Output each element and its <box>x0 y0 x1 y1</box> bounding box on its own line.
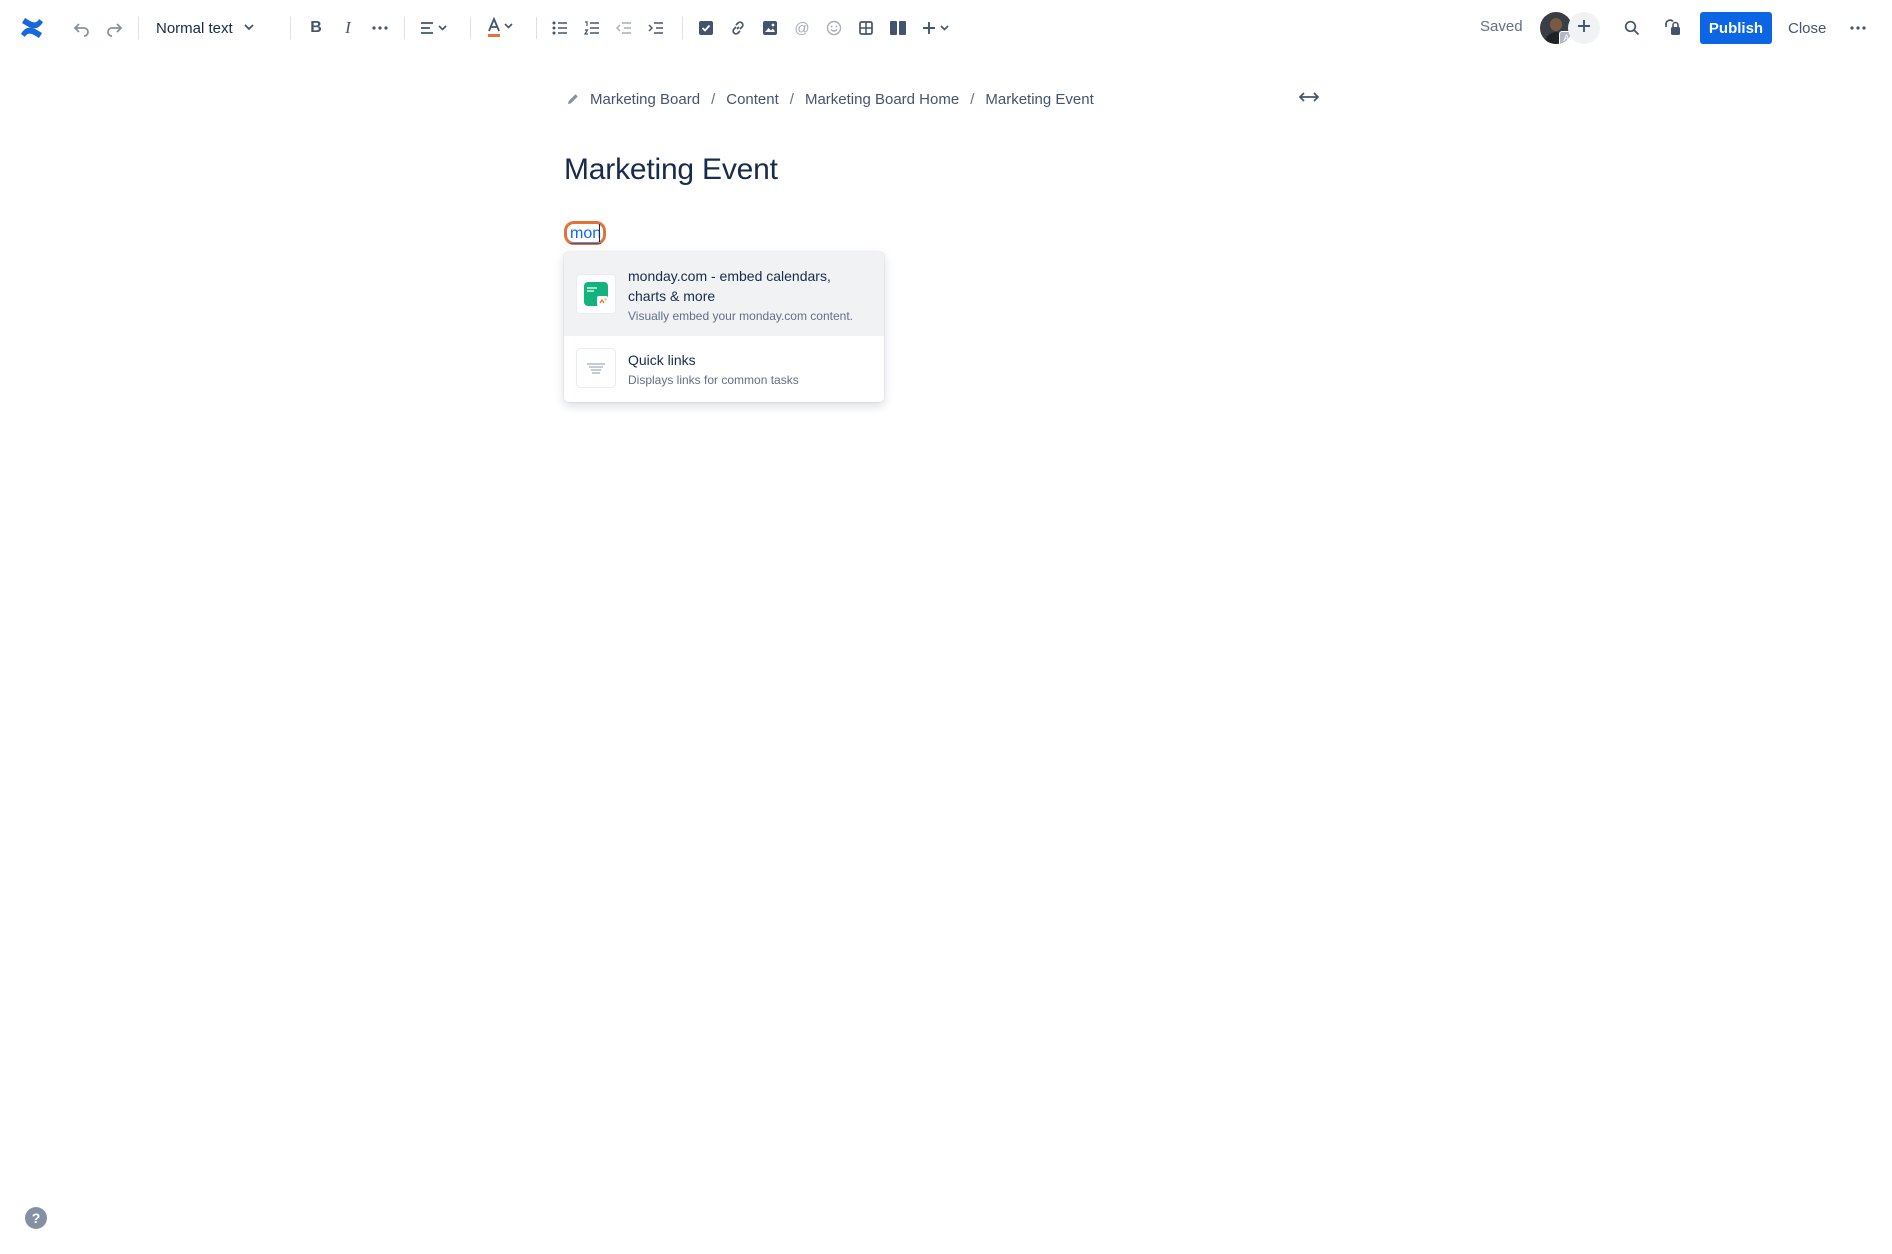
text-style-dropdown[interactable]: Normal text <box>156 12 255 44</box>
task-checkbox-icon[interactable] <box>694 16 718 40</box>
text-style-label: Normal text <box>156 19 233 37</box>
text-color-icon[interactable] <box>484 14 518 42</box>
help-button[interactable]: ? <box>25 1207 47 1229</box>
query-text: mon <box>570 225 602 244</box>
help-question-icon: ? <box>31 1210 41 1226</box>
restrictions-lock-icon[interactable] <box>1658 14 1686 42</box>
insert-plus-icon[interactable] <box>920 16 954 40</box>
outdent-icon[interactable] <box>612 16 636 40</box>
confluence-logo-icon[interactable] <box>18 14 46 42</box>
invite-collaborator-button[interactable] <box>1568 12 1600 44</box>
breadcrumb-separator: / <box>711 90 716 108</box>
macro-suggestion-menu: monday.com - embed calendars, charts & m… <box>564 252 884 402</box>
pencil-icon <box>566 92 580 106</box>
breadcrumb: Marketing Board / Content / Marketing Bo… <box>566 88 1094 110</box>
redo-icon[interactable] <box>102 16 126 40</box>
bold-icon[interactable]: B <box>304 16 328 40</box>
link-icon[interactable] <box>726 16 750 40</box>
breadcrumb-item-marketing-board-home[interactable]: Marketing Board Home <box>805 91 959 108</box>
breadcrumb-separator: / <box>970 90 975 108</box>
undo-icon[interactable] <box>70 16 94 40</box>
close-button[interactable]: Close <box>1782 12 1832 44</box>
plus-icon <box>1577 19 1591 38</box>
toolbar-divider <box>138 17 139 39</box>
monday-app-icon <box>576 274 616 314</box>
table-icon[interactable] <box>854 16 878 40</box>
menu-item-quick-links[interactable]: Quick links Displays links for common ta… <box>564 336 884 402</box>
toolbar-divider <box>470 17 471 39</box>
text-caret <box>599 224 600 242</box>
toolbar-divider <box>290 17 291 39</box>
toolbar-divider <box>404 17 405 39</box>
publish-button[interactable]: Publish <box>1700 12 1772 44</box>
emoji-icon[interactable] <box>822 16 846 40</box>
save-status: Saved <box>1480 18 1523 35</box>
layouts-icon[interactable] <box>886 16 910 40</box>
chevron-down-icon <box>243 20 255 37</box>
menu-item-description: Displays links for common tasks <box>628 373 799 387</box>
menu-item-description: Visually embed your monday.com content. <box>628 309 854 323</box>
more-formatting-icon[interactable] <box>368 16 392 40</box>
breadcrumb-item-marketing-board[interactable]: Marketing Board <box>590 91 700 108</box>
breadcrumb-separator: / <box>789 90 794 108</box>
page-title[interactable]: Marketing Event <box>564 153 778 187</box>
numbered-list-icon[interactable] <box>580 16 604 40</box>
align-left-icon[interactable] <box>418 16 452 40</box>
menu-item-monday[interactable]: monday.com - embed calendars, charts & m… <box>564 252 884 336</box>
mention-icon[interactable]: @ <box>790 16 814 40</box>
search-icon[interactable] <box>1620 16 1644 40</box>
italic-icon[interactable]: I <box>336 16 360 40</box>
expand-width-icon <box>1298 89 1320 107</box>
editor-toolbar: Normal text B I @ Saved A Publish Close <box>0 0 1892 56</box>
full-width-toggle[interactable] <box>1296 86 1322 110</box>
breadcrumb-item-marketing-event[interactable]: Marketing Event <box>985 91 1093 108</box>
menu-item-title: monday.com - embed calendars, charts & m… <box>628 268 831 304</box>
toolbar-divider <box>682 17 683 39</box>
bullet-list-icon[interactable] <box>548 16 572 40</box>
image-icon[interactable] <box>758 16 782 40</box>
more-options-icon[interactable] <box>1846 16 1870 40</box>
breadcrumb-item-content[interactable]: Content <box>726 91 779 108</box>
toolbar-divider <box>536 17 537 39</box>
quick-links-icon <box>576 348 616 388</box>
menu-item-title: Quick links <box>628 352 696 368</box>
indent-icon[interactable] <box>644 16 668 40</box>
